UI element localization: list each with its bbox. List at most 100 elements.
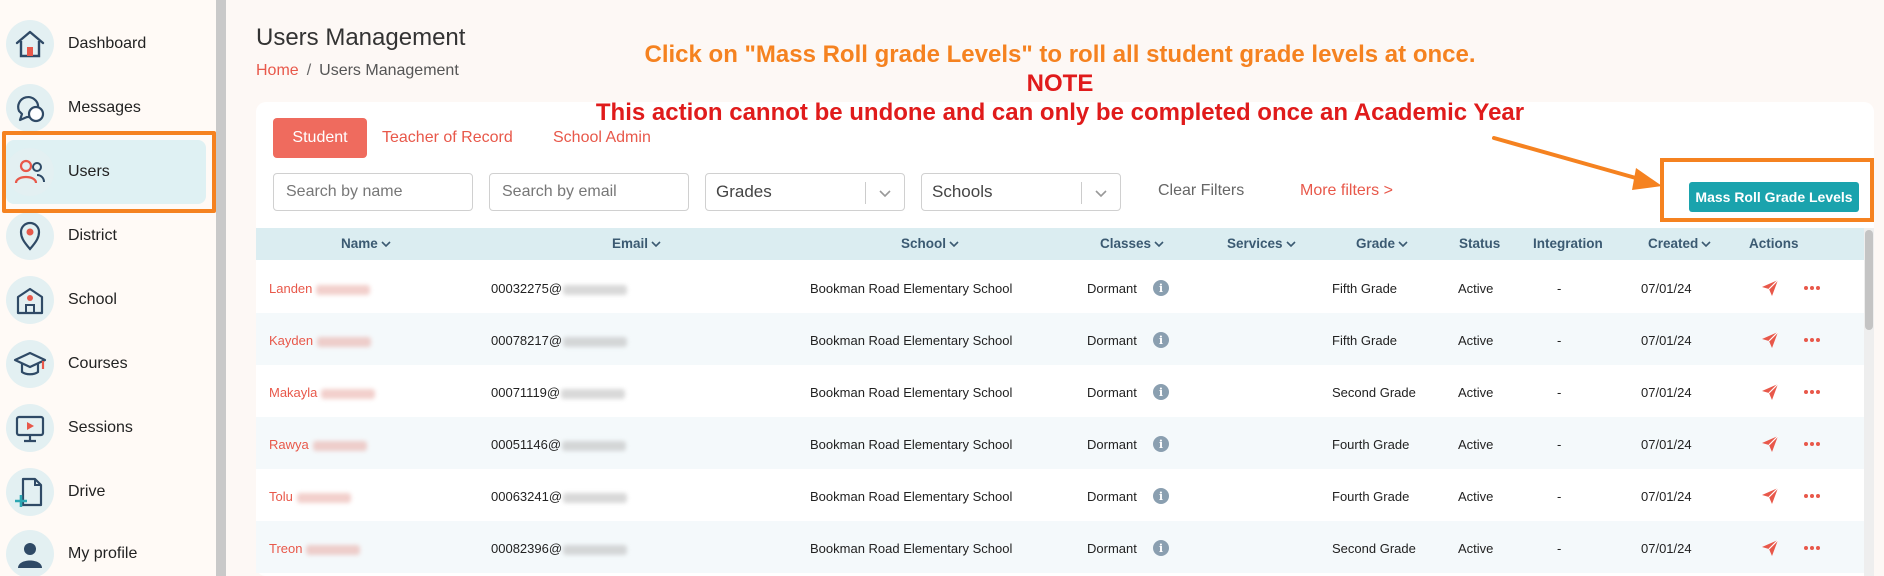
- breadcrumb-home-link[interactable]: Home: [256, 62, 299, 80]
- send-icon[interactable]: [1761, 487, 1779, 505]
- row-integration: -: [1557, 385, 1562, 400]
- row-email-prefix: 00063241@: [491, 489, 563, 504]
- table-scrollbar-thumb[interactable]: [1865, 230, 1873, 330]
- row-name-link[interactable]: Treon: [269, 541, 361, 556]
- sidebar-item-label: School: [68, 291, 117, 308]
- info-icon[interactable]: i: [1153, 436, 1169, 452]
- redacted-email-domain: [561, 388, 626, 399]
- breadcrumb-current: Users Management: [319, 62, 459, 79]
- sidebar-item-courses[interactable]: Courses: [6, 332, 206, 396]
- column-header-classes[interactable]: Classes: [1100, 236, 1164, 251]
- select-divider: [1081, 182, 1082, 204]
- row-name-link[interactable]: Kayden: [269, 333, 372, 348]
- chevron-down-icon: [879, 190, 891, 198]
- info-icon[interactable]: i: [1153, 488, 1169, 504]
- row-email-prefix: 00032275@: [491, 281, 563, 296]
- sidebar-item-users[interactable]: Users: [6, 140, 206, 204]
- more-filters-link[interactable]: More filters >: [1300, 182, 1393, 200]
- send-icon[interactable]: [1761, 383, 1779, 401]
- row-status: Active: [1458, 281, 1494, 296]
- column-header-actions: Actions: [1749, 236, 1799, 251]
- callout-note-label: NOTE: [1026, 70, 1094, 97]
- row-created: 07/01/24: [1641, 437, 1692, 452]
- row-email: 00032275@: [491, 281, 628, 296]
- column-header-email[interactable]: Email: [612, 236, 661, 251]
- search-email-input[interactable]: [489, 173, 689, 211]
- send-icon[interactable]: [1761, 435, 1779, 453]
- sidebar-scrollbar[interactable]: [216, 0, 226, 576]
- send-icon[interactable]: [1761, 539, 1779, 557]
- row-created: 07/01/24: [1641, 385, 1692, 400]
- row-status: Active: [1458, 385, 1494, 400]
- column-header-name[interactable]: Name: [341, 236, 391, 251]
- table-scrollbar[interactable]: [1864, 228, 1874, 576]
- sidebar-item-sessions[interactable]: Sessions: [6, 396, 206, 460]
- more-options-icon[interactable]: [1803, 545, 1821, 551]
- row-first-name: Treon: [269, 541, 303, 556]
- clear-filters-button[interactable]: Clear Filters: [1158, 182, 1244, 200]
- redacted-email-domain: [563, 336, 628, 347]
- redacted-last-name: [321, 388, 376, 399]
- row-status: Active: [1458, 541, 1494, 556]
- tab-student[interactable]: Student: [273, 118, 367, 158]
- row-name-link[interactable]: Tolu: [269, 489, 351, 504]
- sidebar-item-dashboard[interactable]: Dashboard: [6, 12, 206, 76]
- info-icon[interactable]: i: [1153, 332, 1169, 348]
- info-icon[interactable]: i: [1153, 384, 1169, 400]
- row-created: 07/01/24: [1641, 333, 1692, 348]
- sidebar-item-messages[interactable]: Messages: [6, 76, 206, 140]
- tab-teacher-of-record[interactable]: Teacher of Record: [382, 118, 513, 158]
- row-grade: Fifth Grade: [1332, 333, 1398, 348]
- redacted-email-domain: [562, 440, 627, 451]
- more-options-icon[interactable]: [1803, 493, 1821, 499]
- column-header-label: Name: [341, 236, 378, 251]
- sort-chevron-icon: [1701, 240, 1711, 247]
- info-icon[interactable]: i: [1153, 280, 1169, 296]
- column-header-services[interactable]: Services: [1227, 236, 1296, 251]
- sort-chevron-icon: [1398, 240, 1408, 247]
- more-options-icon[interactable]: [1803, 285, 1821, 291]
- column-header-label: Email: [612, 236, 649, 251]
- chevron-down-icon: [1095, 190, 1107, 198]
- send-icon[interactable]: [1761, 331, 1779, 349]
- column-header-grade[interactable]: Grade: [1356, 236, 1408, 251]
- select-divider: [865, 182, 866, 204]
- row-school: Bookman Road Elementary School: [810, 541, 1013, 556]
- search-name-input[interactable]: [273, 173, 473, 211]
- grades-select[interactable]: Grades: [705, 173, 905, 211]
- send-icon[interactable]: [1761, 279, 1779, 297]
- more-options-icon[interactable]: [1803, 441, 1821, 447]
- sidebar-item-my-profile[interactable]: My profile: [6, 522, 206, 576]
- row-name-link[interactable]: Makayla: [269, 385, 376, 400]
- row-integration: -: [1557, 437, 1562, 452]
- schools-select[interactable]: Schools: [921, 173, 1121, 211]
- row-status: Active: [1458, 489, 1494, 504]
- sidebar-item-school[interactable]: School: [6, 268, 206, 332]
- row-name-link[interactable]: Rawya: [269, 437, 367, 452]
- redacted-last-name: [316, 284, 371, 295]
- sort-chevron-icon: [381, 240, 391, 247]
- more-options-icon[interactable]: [1803, 389, 1821, 395]
- column-header-created[interactable]: Created: [1648, 236, 1711, 251]
- redacted-last-name: [306, 544, 361, 555]
- row-name-link[interactable]: Landen: [269, 281, 371, 296]
- info-icon[interactable]: i: [1153, 540, 1169, 556]
- sidebar-item-label: District: [68, 227, 117, 244]
- sidebar-item-drive[interactable]: Drive: [6, 460, 206, 524]
- more-options-icon[interactable]: [1803, 337, 1821, 343]
- tab-school-admin[interactable]: School Admin: [553, 118, 651, 158]
- redacted-last-name: [296, 492, 351, 503]
- row-email: 00051146@: [491, 437, 627, 452]
- mass-roll-grade-levels-button[interactable]: Mass Roll Grade Levels: [1689, 182, 1859, 212]
- row-school: Bookman Road Elementary School: [810, 489, 1013, 504]
- instruction-callout: Click on "Mass Roll grade Levels" to rol…: [520, 40, 1600, 127]
- table-header: [256, 228, 1868, 260]
- row-first-name: Makayla: [269, 385, 318, 400]
- row-email: 00078217@: [491, 333, 628, 348]
- sidebar-item-district[interactable]: District: [6, 204, 206, 268]
- redacted-email-domain: [563, 544, 628, 555]
- redacted-email-domain: [563, 492, 628, 503]
- row-created: 07/01/24: [1641, 281, 1692, 296]
- column-header-school[interactable]: School: [901, 236, 959, 251]
- row-school: Bookman Road Elementary School: [810, 385, 1013, 400]
